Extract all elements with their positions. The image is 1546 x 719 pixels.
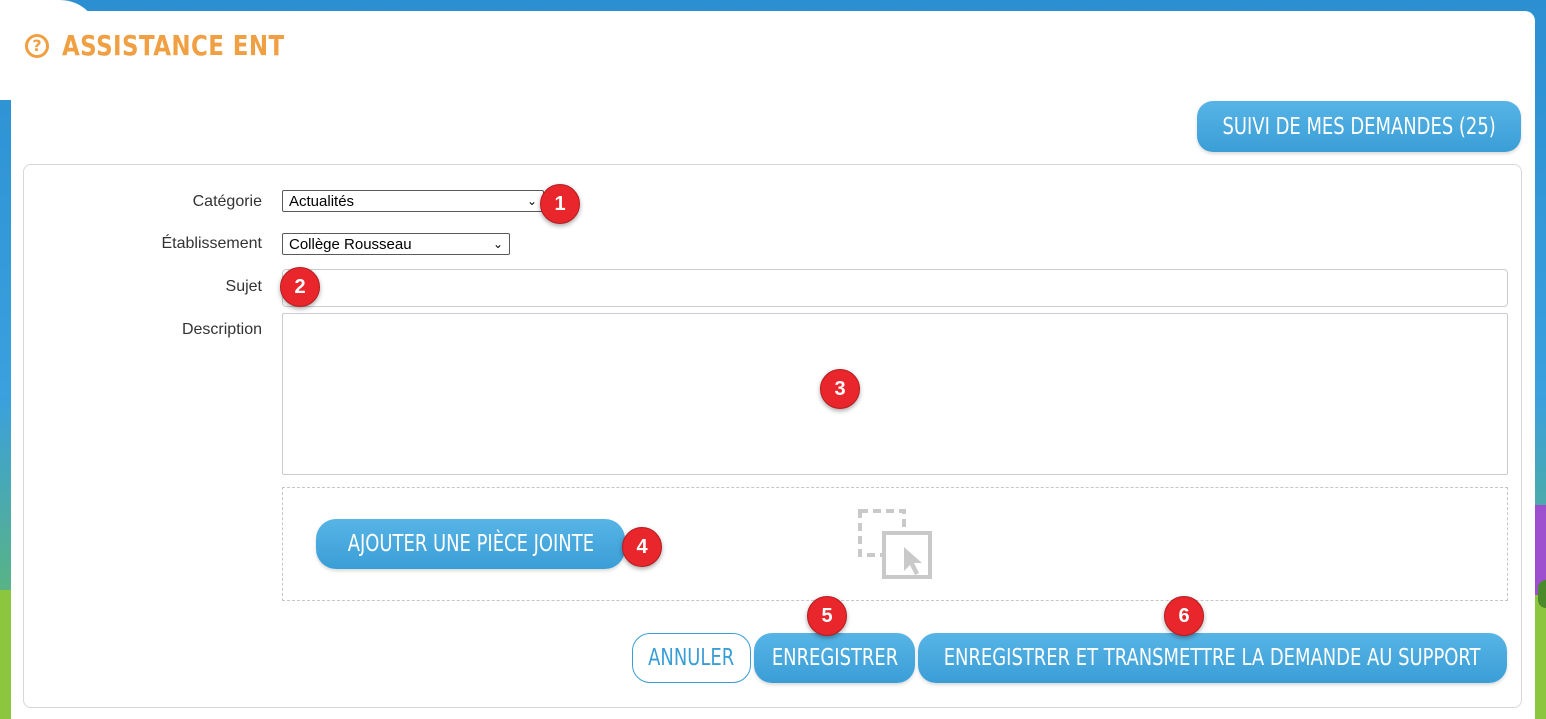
marker-1: 1: [540, 184, 580, 224]
main-panel: ? ASSISTANCE ENT SUIVI DE MES DEMANDES (…: [11, 11, 1535, 719]
cancel-label: ANNULER: [648, 645, 735, 671]
marker-5: 5: [807, 596, 847, 636]
category-select[interactable]: Actualités ⌄: [282, 190, 544, 212]
save-button[interactable]: ENREGISTRER: [754, 633, 915, 683]
marker-4: 4: [622, 527, 662, 567]
cancel-button[interactable]: ANNULER: [632, 633, 751, 683]
establishment-select[interactable]: Collège Rousseau ⌄: [282, 233, 510, 255]
marker-3: 3: [820, 369, 860, 409]
description-label: Description: [181, 321, 262, 338]
category-value: Actualités: [289, 192, 355, 210]
subject-input[interactable]: [282, 269, 1508, 307]
request-form: Catégorie Actualités ⌄ Établissement Col…: [23, 164, 1522, 708]
page-header: ? ASSISTANCE ENT: [25, 29, 333, 62]
chevron-down-icon: ⌄: [492, 237, 503, 251]
save-and-send-button[interactable]: ENREGISTRER ET TRANSMETTRE LA DEMANDE AU…: [918, 633, 1507, 683]
save-and-send-label: ENREGISTRER ET TRANSMETTRE LA DEMANDE AU…: [944, 645, 1481, 671]
chevron-down-icon: ⌄: [526, 194, 537, 208]
question-circle-icon: ?: [25, 33, 49, 58]
marker-6: 6: [1164, 596, 1204, 636]
marker-2: 2: [280, 267, 320, 307]
background-decoration: [1534, 595, 1546, 719]
track-requests-label: SUIVI DE MES DEMANDES (25): [1222, 113, 1496, 140]
drag-drop-icon: [858, 509, 932, 579]
establishment-value: Collège Rousseau: [289, 235, 412, 253]
category-label: Catégorie: [192, 193, 262, 210]
side-handle[interactable]: [1538, 580, 1546, 608]
establishment-label: Établissement: [161, 235, 263, 252]
add-attachment-label: AJOUTER UNE PIÈCE JOINTE: [347, 531, 594, 557]
page-title: ASSISTANCE ENT: [62, 29, 285, 62]
track-requests-button[interactable]: SUIVI DE MES DEMANDES (25): [1197, 101, 1521, 152]
description-textarea[interactable]: [282, 313, 1508, 475]
add-attachment-button[interactable]: AJOUTER UNE PIÈCE JOINTE: [316, 519, 625, 569]
subject-label: Sujet: [225, 278, 262, 295]
save-label: ENREGISTRER: [771, 645, 898, 671]
